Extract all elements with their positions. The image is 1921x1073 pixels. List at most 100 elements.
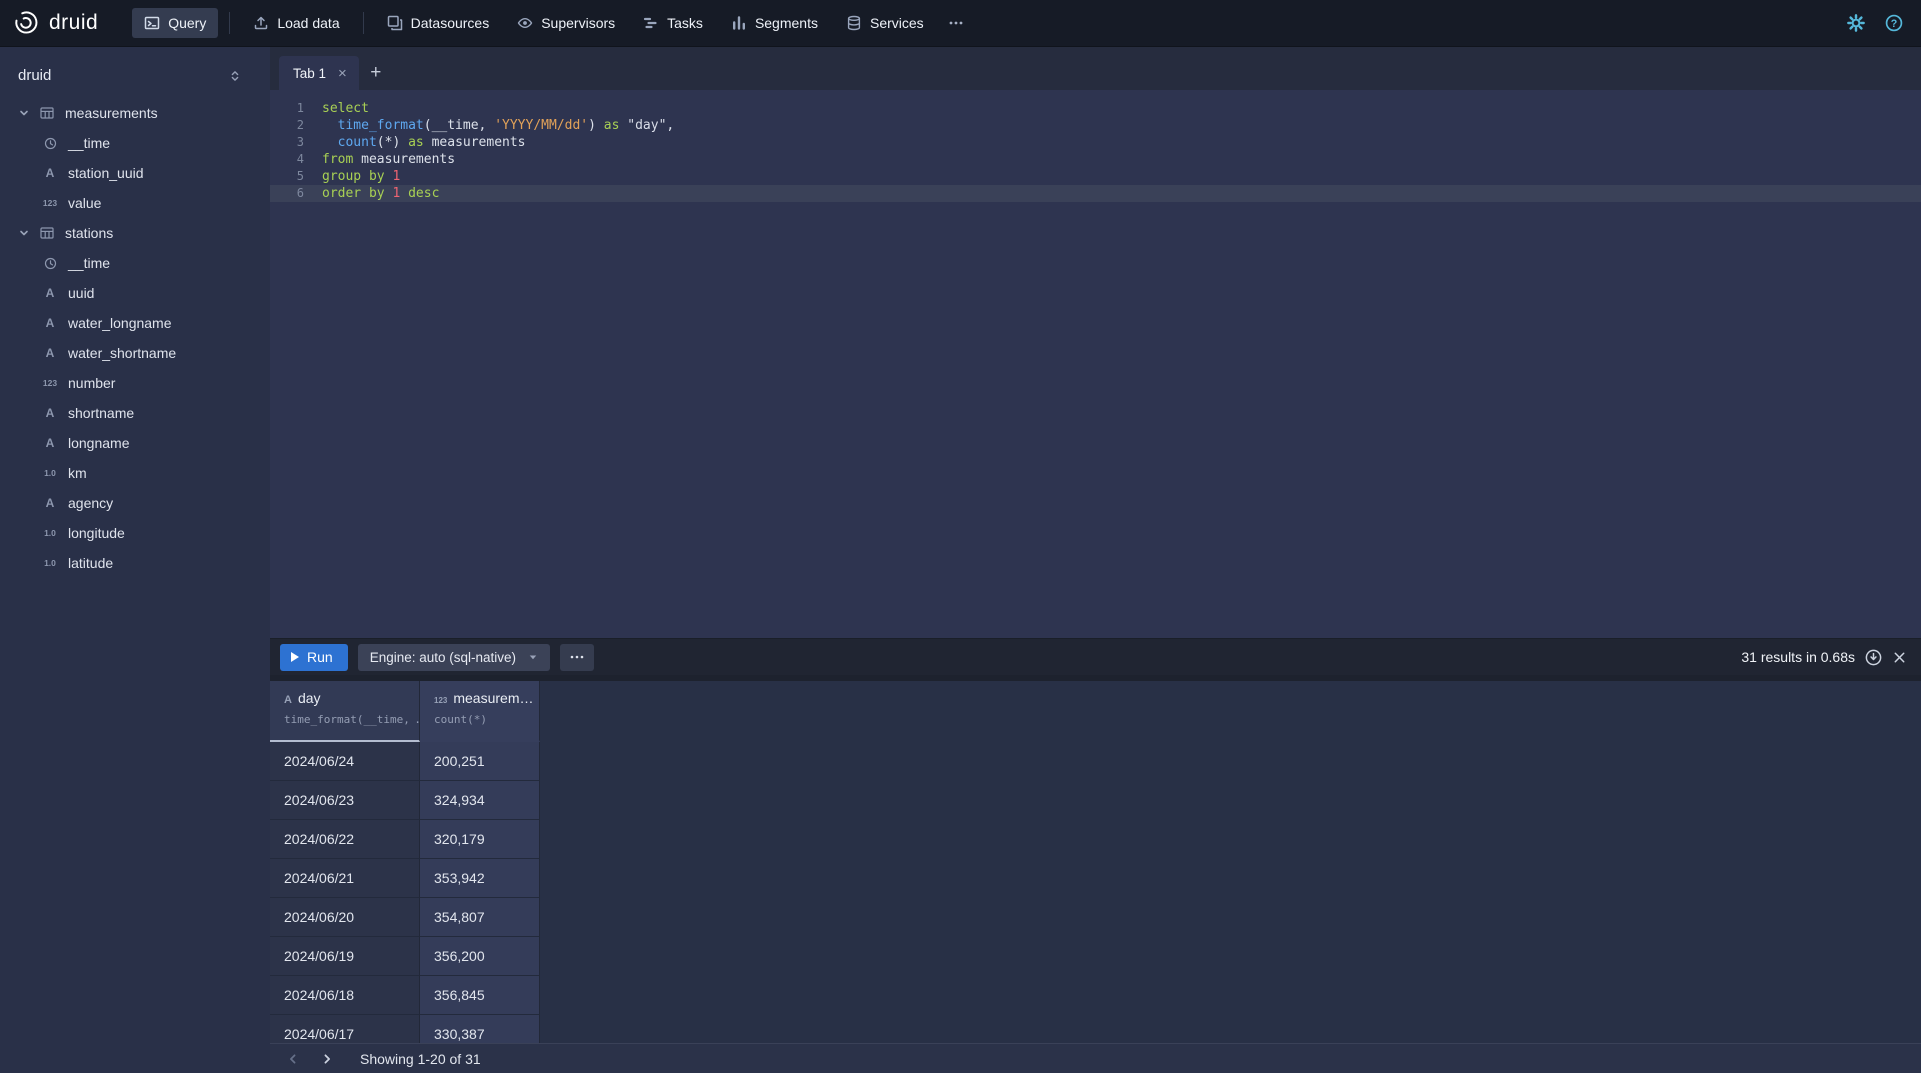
query-tab-bar: Tab 1 × + [270,47,1921,90]
chevron-left-icon[interactable] [278,1044,308,1073]
datasources-icon [387,15,403,31]
cell-day[interactable]: 2024/06/23 [270,781,420,820]
string-type-icon: A [40,496,60,510]
tree-item-label: __time [68,135,110,151]
results-body: 2024/06/24 200,251 2024/06/23 324,934 20… [270,742,1921,1043]
tree-item-label: station_uuid [68,165,144,181]
tree-item-column-agency[interactable]: A agency [0,488,270,518]
tree-item-label: latitude [68,555,113,571]
cell-day[interactable]: 2024/06/17 [270,1015,420,1043]
pagination-label: Showing 1-20 of 31 [360,1051,481,1067]
tree-item-column-shortname[interactable]: A shortname [0,398,270,428]
tree-item-column-km[interactable]: 1.0 km [0,458,270,488]
cell-day[interactable]: 2024/06/18 [270,976,420,1015]
tree-item-column-longname[interactable]: A longname [0,428,270,458]
line-number: 2 [270,117,304,134]
tree-item-column-number[interactable]: 123 number [0,368,270,398]
cell-measurements[interactable]: 356,200 [420,937,540,976]
settings-gear-icon[interactable] [1847,14,1865,32]
cell-measurements[interactable]: 330,387 [420,1015,540,1043]
column-name: day [298,690,321,706]
database-icon [846,15,862,31]
column-header-measurements[interactable]: 123 measurem… count(*) [420,681,540,742]
string-type-icon: A [40,436,60,450]
cell-measurements[interactable]: 354,807 [420,898,540,937]
integer-type-icon: 123 [40,198,60,208]
cell-day[interactable]: 2024/06/22 [270,820,420,859]
tree-item-column-water-longname[interactable]: A water_longname [0,308,270,338]
nav-item-supervisors[interactable]: Supervisors [505,8,627,38]
run-button[interactable]: Run [280,644,348,671]
tree-item-table-measurements[interactable]: measurements [0,98,270,128]
tree-item-column-time[interactable]: __time [0,128,270,158]
add-tab-button[interactable]: + [359,56,393,90]
cell-measurements[interactable]: 353,942 [420,859,540,898]
code-text: count(*) as measurements [304,134,526,151]
play-icon [291,652,299,662]
tree-item-column-station-uuid[interactable]: A station_uuid [0,158,270,188]
tree-item-column-time[interactable]: __time [0,248,270,278]
tab-tab1[interactable]: Tab 1 × [279,56,359,90]
tree-item-column-value[interactable]: 123 value [0,188,270,218]
more-ellipsis-icon [948,15,964,31]
druid-logo-icon [12,9,40,37]
close-icon[interactable]: × [338,66,347,81]
nav-item-services[interactable]: Services [834,8,936,38]
code-text: select [304,100,369,117]
cell-measurements[interactable]: 324,934 [420,781,540,820]
schema-name: druid [18,67,51,84]
tree-item-label: water_shortname [68,345,176,361]
engine-select[interactable]: Engine: auto (sql-native) [358,644,550,671]
cell-day[interactable]: 2024/06/24 [270,742,420,781]
tree-item-column-latitude[interactable]: 1.0 latitude [0,548,270,578]
druid-brand[interactable]: druid [12,9,98,37]
cell-measurements[interactable]: 320,179 [420,820,540,859]
tree-item-table-stations[interactable]: stations [0,218,270,248]
table-row: 2024/06/17 330,387 [270,1015,1921,1043]
cell-measurements[interactable]: 200,251 [420,742,540,781]
column-header-day[interactable]: A day time_format(__time, … [270,681,420,742]
cell-day[interactable]: 2024/06/20 [270,898,420,937]
nav-item-datasources[interactable]: Datasources [375,8,502,38]
tree-item-column-longitude[interactable]: 1.0 longitude [0,518,270,548]
cell-day[interactable]: 2024/06/21 [270,859,420,898]
nav-item-query[interactable]: Query [132,8,218,38]
table-row: 2024/06/20 354,807 [270,898,1921,937]
float-type-icon: 1.0 [40,558,60,568]
nav-item-segments[interactable]: Segments [719,8,830,38]
nav-item-tasks[interactable]: Tasks [631,8,715,38]
table-row: 2024/06/21 353,942 [270,859,1921,898]
sql-editor[interactable]: 1 select 2 time_format(__time, 'YYYY/MM/… [270,90,1921,638]
brand-wordmark: druid [49,11,98,35]
tree-item-label: number [68,375,115,391]
string-type-icon: A [40,346,60,360]
tree-item-label: measurements [65,105,158,121]
query-view: Tab 1 × + 1 select 2 time_format(__time,… [270,47,1921,1073]
result-status: 31 results in 0.68s [1741,649,1855,665]
code-line: 3 count(*) as measurements [270,134,1921,151]
chevron-right-icon[interactable] [312,1044,342,1073]
results-header-row: A day time_format(__time, … 123 measurem… [270,681,1921,742]
nav-label: Query [168,15,206,31]
cell-measurements[interactable]: 356,845 [420,976,540,1015]
table-icon [37,106,57,120]
nav-label: Tasks [667,15,703,31]
svg-text:?: ? [1891,18,1898,30]
schema-selector[interactable]: druid [0,47,270,98]
nav-item-more[interactable] [940,8,972,38]
code-text: time_format(__time, 'YYYY/MM/dd') as "da… [304,117,674,134]
tree-item-column-uuid[interactable]: A uuid [0,278,270,308]
help-icon[interactable]: ? [1885,14,1903,32]
close-results-icon[interactable] [1892,650,1907,665]
integer-type-icon: 123 [434,696,447,705]
code-text: order by 1 desc [304,185,439,202]
download-icon[interactable] [1865,649,1882,666]
tree-item-column-water-shortname[interactable]: A water_shortname [0,338,270,368]
run-more-button[interactable] [560,644,594,671]
cell-day[interactable]: 2024/06/19 [270,937,420,976]
column-tree-sidebar: druid measurements __ [0,47,270,1073]
nav-item-load-data[interactable]: Load data [241,8,351,38]
tree-item-label: uuid [68,285,94,301]
line-number: 1 [270,100,304,117]
clock-icon [40,257,60,270]
